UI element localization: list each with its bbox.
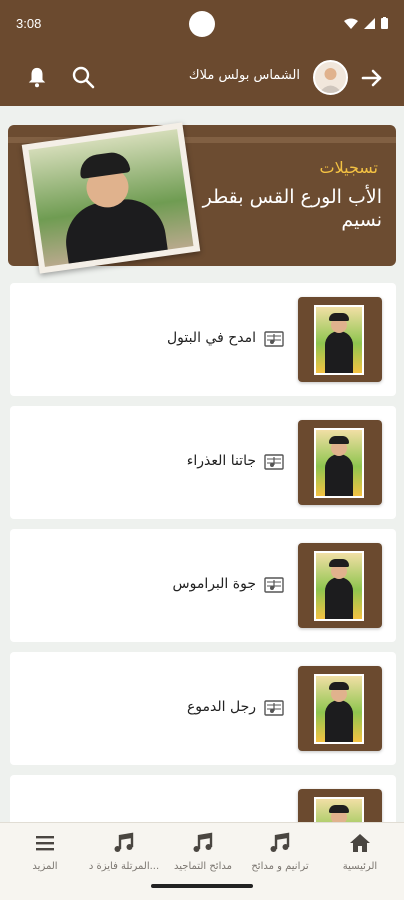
search-icon[interactable] — [71, 65, 95, 89]
user-name[interactable]: الشماس بولس ملاك — [189, 68, 300, 83]
status-time: 3:08 — [16, 16, 42, 31]
battery-icon — [381, 17, 388, 29]
nav-item[interactable]: ترانيم و مدائح — [240, 831, 320, 881]
camera-cutout — [189, 11, 215, 37]
recording-item[interactable]: جوة البراموس — [10, 529, 396, 642]
recording-thumbnail — [298, 297, 382, 382]
banner-title: الأب الورع القس بقطر نسيم — [202, 186, 382, 231]
banner-subtitle: تسجيلات — [319, 158, 379, 177]
recording-thumbnail — [298, 543, 382, 628]
app-header: الشماس بولس ملاك — [0, 48, 404, 106]
avatar[interactable] — [313, 60, 348, 95]
recording-title: امدح في البتول — [166, 330, 256, 346]
nav-item-label: مدائح التماجيد — [174, 861, 232, 872]
nav-item[interactable]: الرئيسية — [320, 831, 400, 881]
recording-item[interactable]: رجل الدموع — [10, 652, 396, 765]
nav-item[interactable]: المزيد — [5, 831, 85, 881]
music-sheet-icon — [264, 331, 284, 347]
recording-thumbnail — [298, 666, 382, 751]
menu-icon — [36, 836, 54, 851]
bottom-nav: الرئيسية ترانيم و مدائح مدائح التماجيد المر… — [0, 822, 404, 900]
nav-item-label: المزيد — [32, 861, 58, 872]
recording-thumbnail — [298, 420, 382, 505]
recording-item[interactable]: جاتنا العذراء — [10, 406, 396, 519]
gesture-bar — [151, 884, 253, 888]
status-bar: 3:08 — [0, 0, 404, 44]
music-note-icon — [114, 832, 134, 852]
status-icons — [344, 17, 388, 29]
wifi-icon — [344, 18, 358, 29]
banner-photo — [21, 122, 201, 274]
music-note-icon — [270, 832, 290, 852]
music-note-icon — [193, 832, 213, 852]
music-sheet-icon — [264, 700, 284, 716]
music-sheet-icon — [264, 454, 284, 470]
nav-item-label: ترانيم و مدائح — [251, 861, 309, 872]
recording-title: جوة البراموس — [172, 576, 257, 592]
music-sheet-icon — [264, 577, 284, 593]
recording-title: جاتنا العذراء — [186, 453, 256, 469]
recording-item[interactable]: امدح في البتول — [10, 283, 396, 396]
nav-item-label: المرتلة فايزة د... — [88, 861, 160, 872]
nav-item[interactable]: المرتلة فايزة د... — [84, 831, 164, 881]
recording-title: رجل الدموع — [186, 699, 256, 715]
home-icon — [350, 834, 370, 852]
avatar-image — [319, 68, 342, 93]
nav-item[interactable]: مدائح التماجيد — [163, 831, 243, 881]
signal-icon — [364, 17, 375, 29]
nav-item-label: الرئيسية — [342, 861, 378, 872]
forward-arrow-icon[interactable] — [360, 66, 384, 90]
notification-bell-icon[interactable] — [26, 66, 48, 88]
